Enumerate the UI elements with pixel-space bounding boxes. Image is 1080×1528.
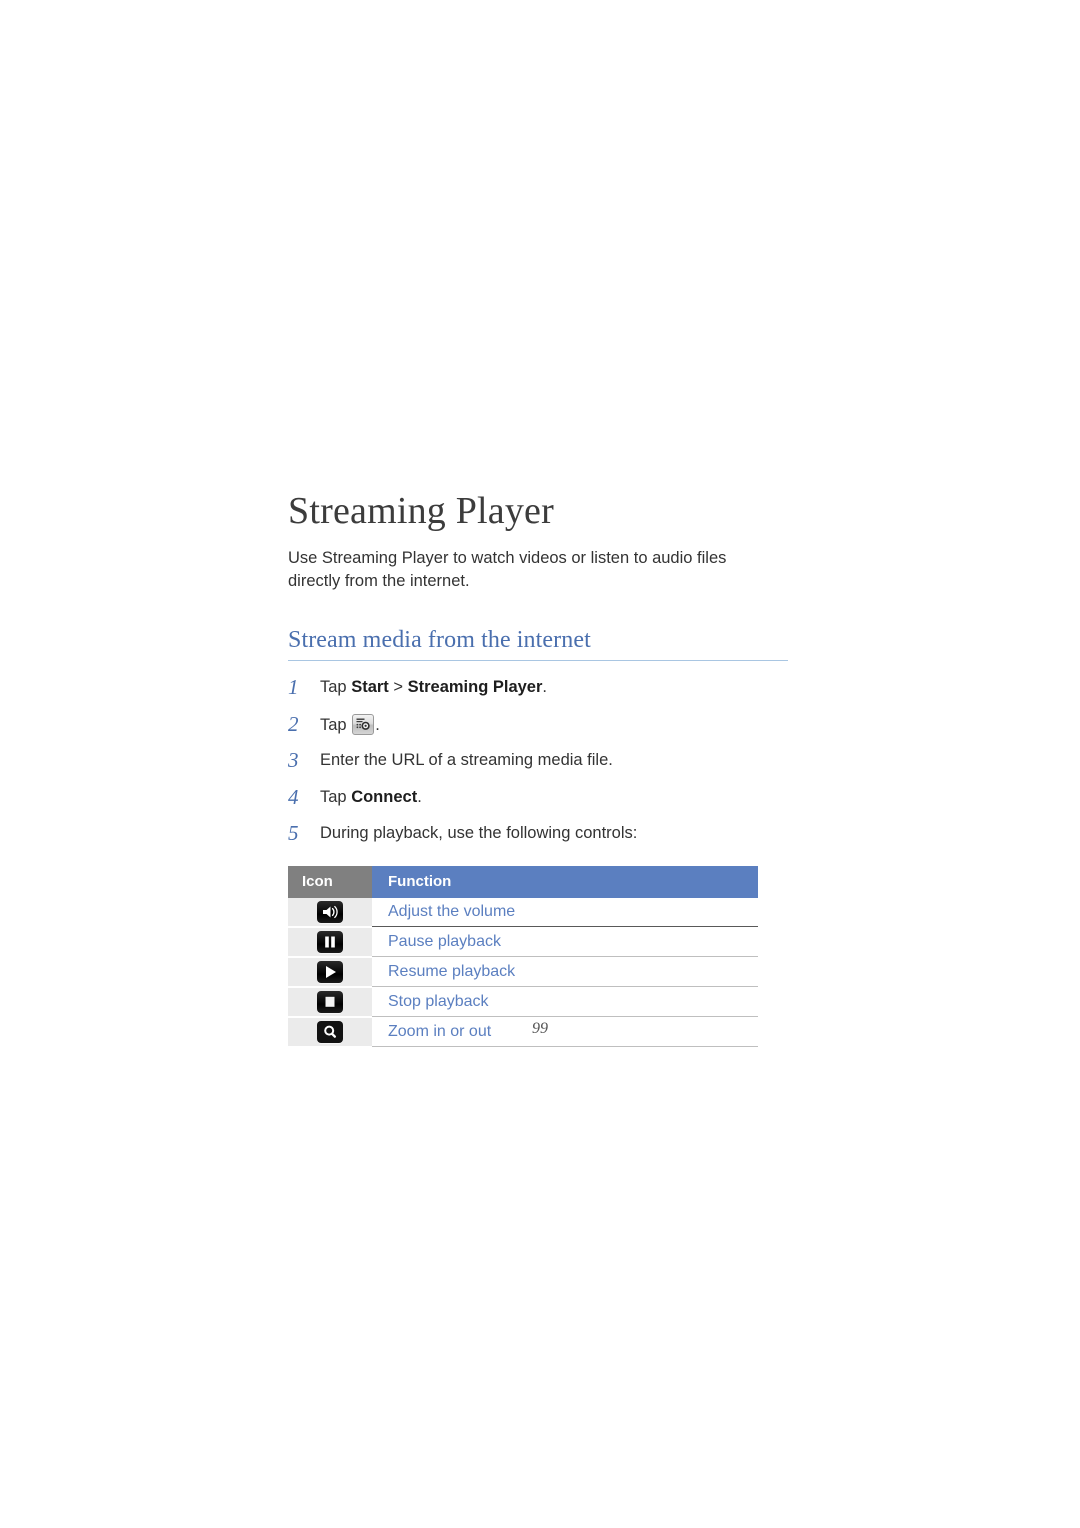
column-header-function: Function xyxy=(372,865,758,898)
table-row: Pause playback xyxy=(288,926,758,958)
step-text-prefix: Tap xyxy=(320,787,352,806)
step-number: 1 xyxy=(288,675,299,700)
step-bold-connect: Connect xyxy=(351,787,418,806)
icon-cell xyxy=(288,956,372,988)
heading-divider xyxy=(288,660,788,662)
table-row: Adjust the volume xyxy=(288,897,758,928)
play-icon xyxy=(317,960,343,983)
pause-icon xyxy=(317,930,343,953)
step-text-suffix: . xyxy=(417,787,422,806)
step-text-prefix: Tap xyxy=(320,715,352,734)
step-text: Tap . xyxy=(320,712,380,736)
volume-icon xyxy=(317,900,343,923)
function-cell: Pause playback xyxy=(372,926,758,958)
column-header-icon: Icon xyxy=(288,865,372,898)
step-text-suffix: . xyxy=(375,715,380,734)
step-text-suffix: . xyxy=(542,678,547,697)
list-item: 1 Tap Start > Streaming Player. xyxy=(288,675,788,700)
step-text: Enter the URL of a streaming media file. xyxy=(320,751,613,770)
page-number: 99 xyxy=(532,1020,548,1037)
function-cell: Resume playback xyxy=(372,956,758,988)
step-number: 3 xyxy=(288,748,299,773)
step-number: 4 xyxy=(288,784,299,809)
list-item: 2 Tap . xyxy=(288,712,788,737)
list-item: 3 Enter the URL of a streaming media fil… xyxy=(288,748,788,773)
step-number: 2 xyxy=(288,711,299,736)
stop-icon xyxy=(317,990,343,1013)
step-text-middle: > xyxy=(388,678,408,697)
table-row: Resume playback xyxy=(288,956,758,988)
function-cell: Adjust the volume xyxy=(372,897,758,928)
list-item: 5 During playback, use the following con… xyxy=(288,821,788,846)
step-bold-app: Streaming Player xyxy=(407,678,543,697)
step-bold-start: Start xyxy=(351,678,389,697)
step-text-prefix: Tap xyxy=(320,678,352,697)
step-text: During playback, use the following contr… xyxy=(320,824,638,843)
list-item: 4 Tap Connect. xyxy=(288,785,788,810)
step-number: 5 xyxy=(288,821,299,846)
intro-paragraph: Use Streaming Player to watch videos or … xyxy=(288,548,727,590)
table-header: Icon Function xyxy=(288,865,758,898)
page-title: Streaming Player xyxy=(288,490,554,532)
section-heading: Stream media from the internet xyxy=(288,627,591,654)
page-content: Streaming Player Use Streaming Player to… xyxy=(288,490,788,1048)
table-header-row: Icon Function xyxy=(288,865,758,898)
function-cell: Stop playback xyxy=(372,986,758,1018)
step-text: Tap Connect. xyxy=(320,785,422,808)
steps-list: 1 Tap Start > Streaming Player. 2 Tap . … xyxy=(288,675,788,846)
icon-cell xyxy=(288,986,372,1018)
streaming-connect-icon xyxy=(352,713,375,735)
table-row: Stop playback xyxy=(288,986,758,1018)
step-text: Tap Start > Streaming Player. xyxy=(320,675,547,698)
icon-cell xyxy=(288,897,372,928)
icon-cell xyxy=(288,926,372,958)
